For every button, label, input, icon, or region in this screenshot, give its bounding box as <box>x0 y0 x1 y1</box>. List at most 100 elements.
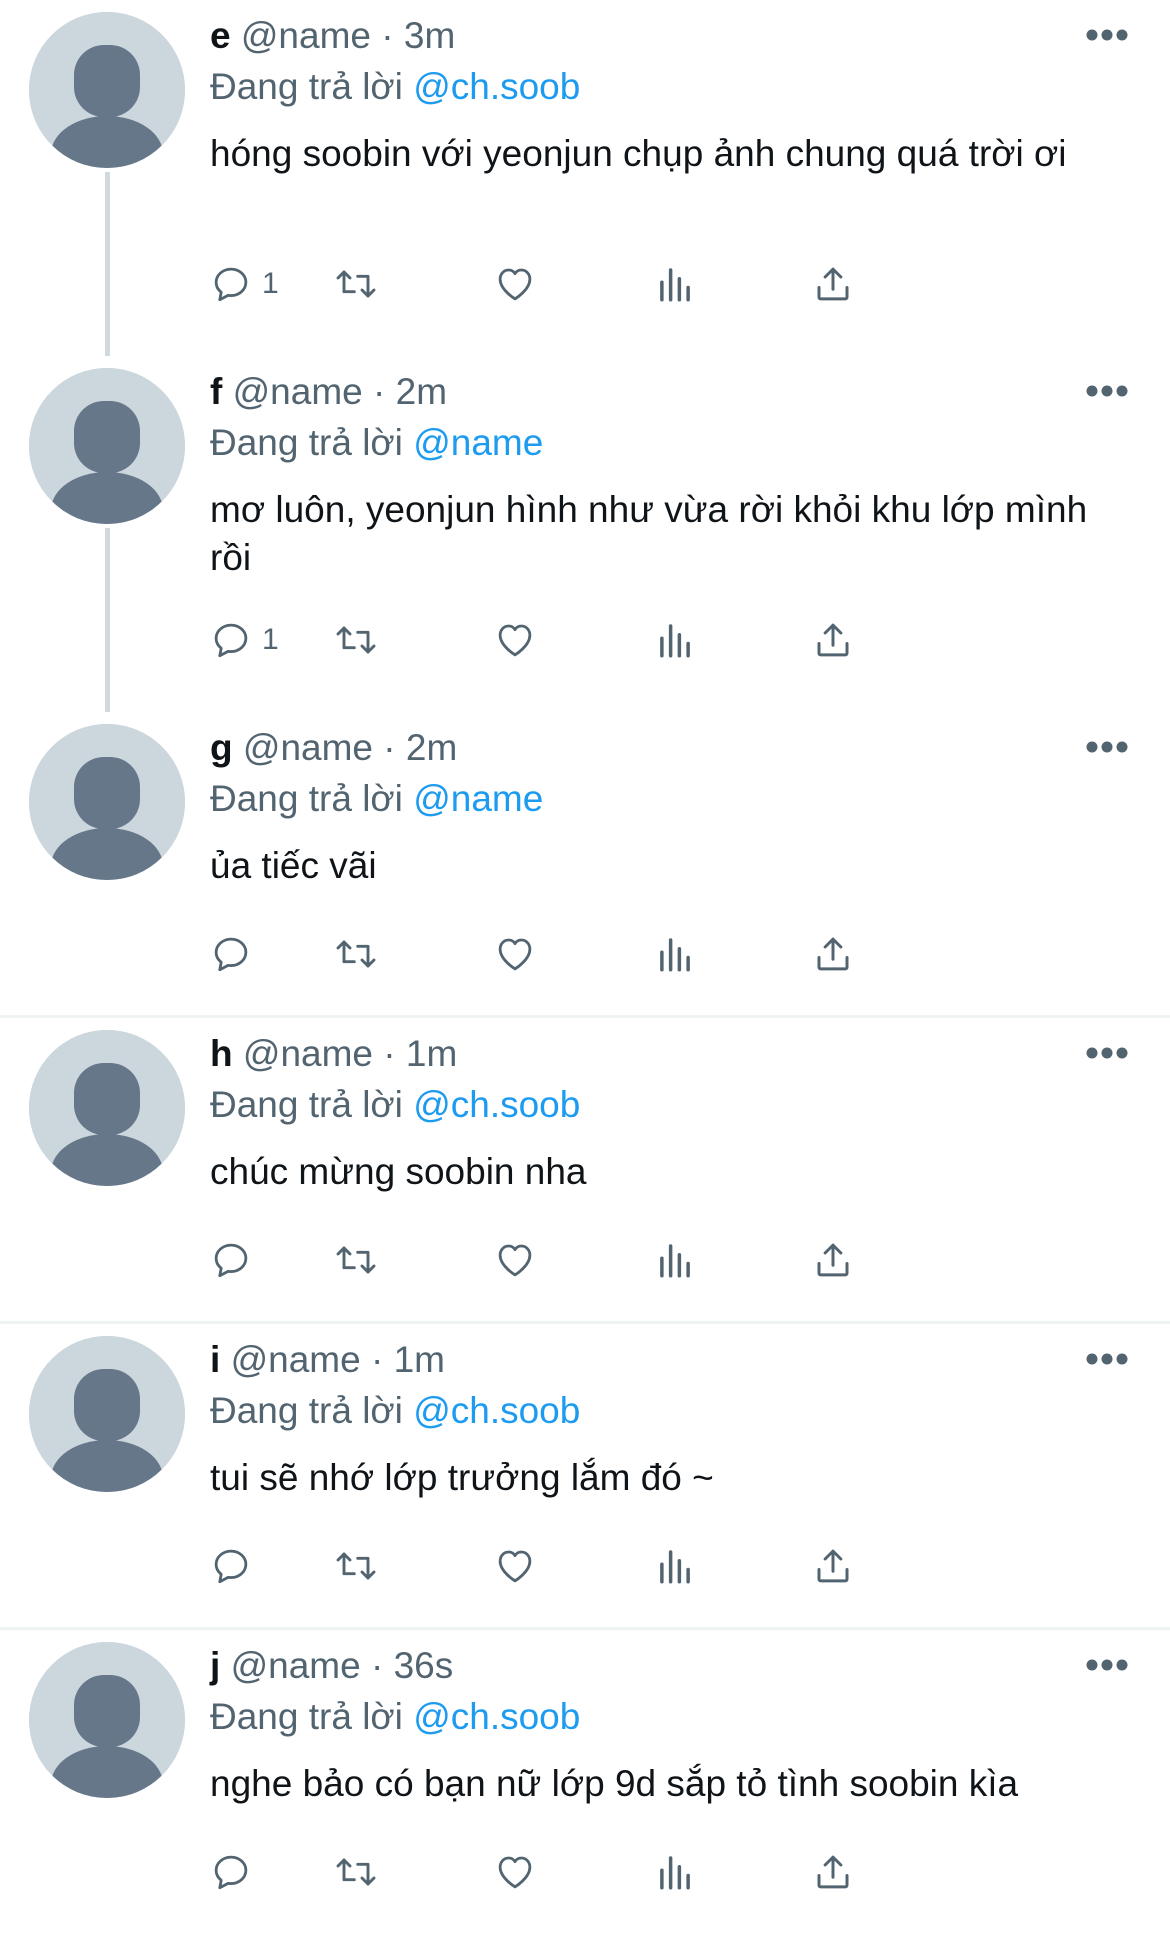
avatar[interactable] <box>29 1642 185 1798</box>
like-button[interactable] <box>494 1234 536 1286</box>
timestamp[interactable]: 1m <box>406 1033 457 1074</box>
avatar[interactable] <box>29 1336 185 1492</box>
share-button[interactable] <box>812 1846 854 1898</box>
heart-icon <box>498 1244 532 1277</box>
reply-button[interactable]: 1 <box>210 258 279 310</box>
username[interactable]: @name <box>231 1339 361 1380</box>
display-name[interactable]: j <box>210 1645 220 1686</box>
views-button[interactable] <box>654 1846 696 1898</box>
heart-icon <box>498 1550 532 1583</box>
views-button[interactable] <box>654 258 696 310</box>
like-button[interactable] <box>494 614 536 666</box>
tweet[interactable]: g @name · 2m Đang trả lời @name ủa tiếc … <box>0 712 1170 1018</box>
reply-button[interactable] <box>210 1846 262 1898</box>
reply-icon <box>214 1243 248 1278</box>
more-button[interactable] <box>1085 28 1129 42</box>
avatar[interactable] <box>29 724 185 880</box>
retweet-button[interactable] <box>332 258 380 310</box>
default-avatar-icon <box>29 1642 185 1798</box>
retweet-button[interactable] <box>332 1234 380 1286</box>
more-button[interactable] <box>1085 384 1129 398</box>
views-button[interactable] <box>654 928 696 980</box>
replying-to: Đang trả lời @ch.soob <box>210 65 580 109</box>
retweet-button[interactable] <box>332 614 380 666</box>
heart-icon <box>498 1856 532 1889</box>
tweet[interactable]: f @name · 2m Đang trả lời @name mơ luôn,… <box>0 356 1170 712</box>
tweet-header: f @name · 2m <box>210 370 447 414</box>
timestamp[interactable]: 3m <box>404 15 455 56</box>
share-button[interactable] <box>812 928 854 980</box>
tweet[interactable]: h @name · 1m Đang trả lời @ch.soob chúc … <box>0 1018 1170 1324</box>
views-icon <box>660 938 690 972</box>
retweet-icon <box>336 1246 376 1274</box>
reply-icon <box>214 267 248 302</box>
share-button[interactable] <box>812 1540 854 1592</box>
more-icon <box>1086 1353 1128 1365</box>
tweet[interactable]: j @name · 36s Đang trả lời @ch.soob nghe… <box>0 1630 1170 1936</box>
timestamp[interactable]: 36s <box>394 1645 454 1686</box>
display-name[interactable]: g <box>210 727 233 768</box>
dot-separator: · <box>370 1645 394 1686</box>
reply-button[interactable] <box>210 1540 262 1592</box>
share-button[interactable] <box>812 614 854 666</box>
timestamp[interactable]: 2m <box>396 371 447 412</box>
replying-to-mention[interactable]: @ch.soob <box>413 1084 580 1125</box>
more-button[interactable] <box>1085 1658 1129 1672</box>
replying-to-mention[interactable]: @name <box>413 778 543 819</box>
retweet-icon <box>336 1858 376 1886</box>
reply-button[interactable] <box>210 928 262 980</box>
display-name[interactable]: i <box>210 1339 220 1380</box>
tweet-text: ủa tiếc vãi <box>210 845 377 886</box>
more-button[interactable] <box>1085 740 1129 754</box>
views-icon <box>660 1856 690 1890</box>
more-button[interactable] <box>1085 1352 1129 1366</box>
default-avatar-icon <box>29 368 185 524</box>
views-button[interactable] <box>654 1540 696 1592</box>
avatar[interactable] <box>29 1030 185 1186</box>
replying-to-mention[interactable]: @name <box>413 422 543 463</box>
username[interactable]: @name <box>243 1033 373 1074</box>
replying-to-mention[interactable]: @ch.soob <box>413 1696 580 1737</box>
like-button[interactable] <box>494 1846 536 1898</box>
display-name[interactable]: h <box>210 1033 233 1074</box>
retweet-button[interactable] <box>332 928 380 980</box>
username[interactable]: @name <box>231 1645 361 1686</box>
like-button[interactable] <box>494 928 536 980</box>
dot-separator: · <box>383 727 406 768</box>
like-button[interactable] <box>494 1540 536 1592</box>
tweet-text: chúc mừng soobin nha <box>210 1151 587 1192</box>
replying-to-mention[interactable]: @ch.soob <box>413 1390 580 1431</box>
share-icon <box>817 267 849 301</box>
replying-to: Đang trả lời @ch.soob <box>210 1389 580 1433</box>
timestamp[interactable]: 1m <box>394 1339 445 1380</box>
tweet[interactable]: i @name · 1m Đang trả lời @ch.soob tui s… <box>0 1324 1170 1630</box>
username[interactable]: @name <box>241 15 371 56</box>
reply-button[interactable]: 1 <box>210 614 279 666</box>
username[interactable]: @name <box>233 371 363 412</box>
tweet-text: nghe bảo có bạn nữ lớp 9d sắp tỏ tình so… <box>210 1763 1019 1804</box>
retweet-button[interactable] <box>332 1540 380 1592</box>
share-button[interactable] <box>812 1234 854 1286</box>
timestamp[interactable]: 2m <box>406 727 457 768</box>
replying-to-label: Đang trả lời <box>210 66 403 107</box>
reply-button[interactable] <box>210 1234 262 1286</box>
replying-to: Đang trả lời @ch.soob <box>210 1695 580 1739</box>
replying-to-mention[interactable]: @ch.soob <box>413 66 580 107</box>
more-button[interactable] <box>1085 1046 1129 1060</box>
views-button[interactable] <box>654 614 696 666</box>
like-button[interactable] <box>494 258 536 310</box>
avatar[interactable] <box>29 368 185 524</box>
share-button[interactable] <box>812 258 854 310</box>
dot-separator: · <box>373 371 396 412</box>
username[interactable]: @name <box>243 727 373 768</box>
replying-to-label: Đang trả lời <box>210 1084 403 1125</box>
tweet-text: hóng soobin với yeonjun chụp ảnh chung q… <box>210 133 1067 174</box>
retweet-button[interactable] <box>332 1846 380 1898</box>
views-button[interactable] <box>654 1234 696 1286</box>
tweet[interactable]: e @name · 3m Đang trả lời @ch.soob hóng … <box>0 0 1170 356</box>
default-avatar-icon <box>29 724 185 880</box>
display-name[interactable]: e <box>210 15 231 56</box>
avatar[interactable] <box>29 12 185 168</box>
display-name[interactable]: f <box>210 371 222 412</box>
views-icon <box>660 624 690 658</box>
